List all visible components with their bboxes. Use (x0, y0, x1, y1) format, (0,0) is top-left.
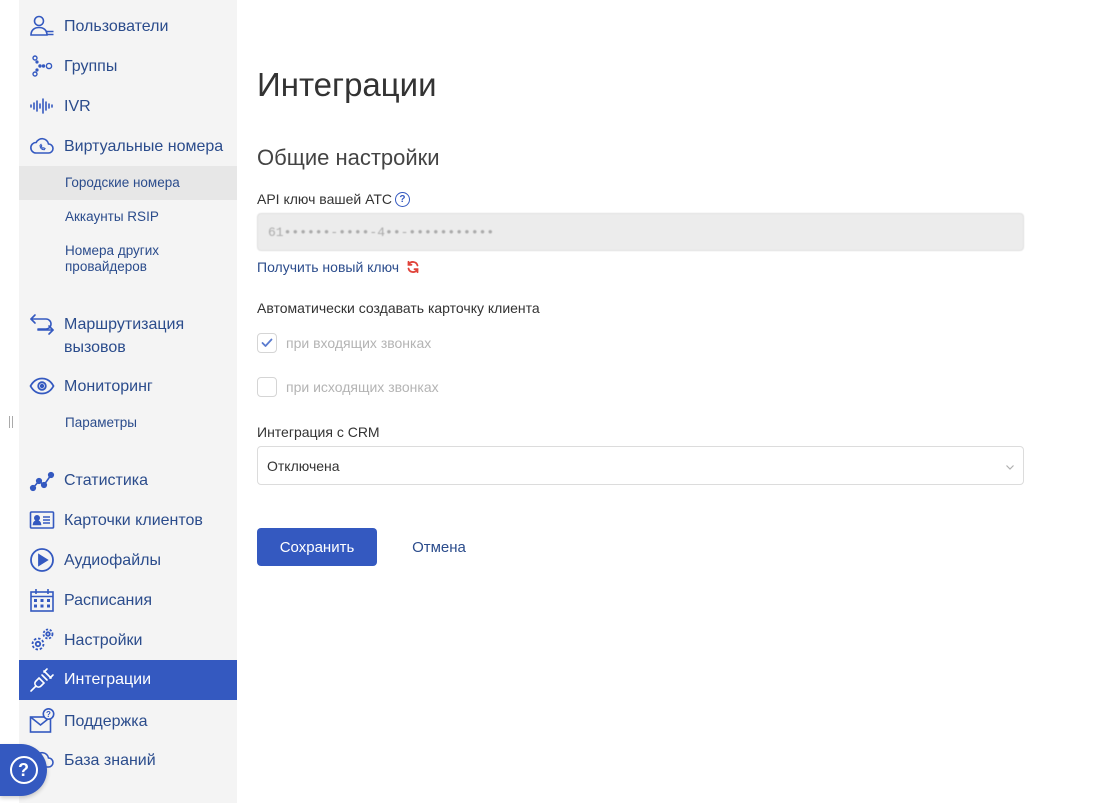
sidebar-item-label: Аудиофайлы (64, 551, 161, 569)
sidebar-subitem-label: Номера других провайдеров (65, 243, 160, 274)
sidebar-item-groups[interactable]: Группы (19, 54, 237, 78)
sidebar-item-integrations[interactable]: Интеграции (19, 660, 237, 700)
sidebar: Пользователи Группы IVR Виртуальные номе… (19, 0, 237, 803)
users-icon (29, 13, 55, 39)
crm-label: Интеграция с CRM (257, 424, 380, 440)
sidebar-item-label: Виртуальные номера (64, 137, 224, 155)
plug-icon (29, 667, 55, 693)
sidebar-item-client-cards[interactable]: Карточки клиентов (19, 508, 237, 532)
checkmark-icon (261, 338, 273, 347)
cloud-phone-icon (29, 133, 55, 159)
sidebar-subitem-label: Городские номера (65, 175, 180, 190)
get-new-key-label: Получить новый ключ (257, 259, 400, 275)
sidebar-subitem-other-providers[interactable]: Номера других провайдеров (19, 236, 237, 284)
client-card-icon (29, 507, 55, 533)
sidebar-item-support[interactable]: ? Поддержка (19, 708, 237, 734)
app-window: Пользователи Группы IVR Виртуальные номе… (0, 0, 1098, 803)
gears-icon (29, 627, 55, 653)
checkbox-incoming[interactable] (257, 333, 277, 353)
cancel-button[interactable]: Отмена (394, 528, 484, 566)
auto-card-label: Автоматически создавать карточку клиента (257, 300, 540, 316)
api-key-field[interactable]: 61••••••-••••-4••-••••••••••• (257, 213, 1024, 251)
sidebar-item-label: Пользователи (64, 17, 169, 35)
sidebar-item-virtual-numbers[interactable]: Виртуальные номера (19, 134, 237, 158)
sidebar-subitem-city-numbers[interactable]: Городские номера (19, 166, 237, 200)
statistics-chart-icon (29, 467, 55, 493)
sidebar-item-monitoring[interactable]: Мониторинг (19, 374, 237, 398)
api-key-label-text: API ключ вашей АТС (257, 191, 392, 207)
support-mail-icon: ? (29, 708, 55, 734)
checkbox-outgoing[interactable] (257, 377, 277, 397)
sidebar-item-ivr[interactable]: IVR (19, 94, 237, 118)
page-title: Интеграции (257, 66, 437, 103)
sidebar-item-settings[interactable]: Настройки (19, 628, 237, 652)
sidebar-subitem-label: Параметры (65, 415, 137, 430)
sidebar-item-label: Поддержка (64, 712, 148, 730)
resize-handle[interactable] (8, 416, 14, 430)
crm-select[interactable]: Отключена (257, 446, 1024, 485)
ivr-waveform-icon (29, 93, 55, 119)
sidebar-item-call-routing[interactable]: Маршрутизация вызовов (19, 312, 237, 360)
api-key-label: API ключ вашей АТС ? (257, 191, 410, 207)
sidebar-item-users[interactable]: Пользователи (19, 14, 237, 38)
sidebar-item-label: Статистика (64, 471, 149, 489)
get-new-key-link[interactable]: Получить новый ключ (257, 259, 420, 275)
sidebar-subitem-parameters[interactable]: Параметры (19, 406, 237, 440)
sidebar-item-schedules[interactable]: Расписания (19, 588, 237, 612)
checkbox-incoming-label: при входящих звонках (286, 335, 432, 351)
sidebar-item-statistics[interactable]: Статистика (19, 468, 237, 492)
calendar-icon (29, 587, 55, 613)
crm-select-value: Отключена (267, 458, 340, 474)
checkbox-outgoing-row[interactable]: при исходящих звонках (257, 377, 439, 397)
routing-arrows-icon (29, 312, 55, 338)
checkbox-incoming-row[interactable]: при входящих звонках (257, 333, 431, 353)
svg-text:?: ? (46, 710, 51, 719)
sidebar-item-label: Маршрутизация вызовов (64, 316, 185, 356)
question-circle-icon[interactable]: ? (394, 191, 410, 207)
sidebar-item-label: Карточки клиентов (64, 511, 203, 529)
eye-icon (29, 373, 55, 399)
section-title: Общие настройки (257, 145, 440, 170)
sidebar-item-label: Настройки (64, 631, 143, 649)
save-button[interactable]: Сохранить (257, 528, 377, 566)
checkbox-outgoing-label: при исходящих звонках (286, 379, 439, 395)
sidebar-item-label: Интеграции (64, 671, 152, 688)
sidebar-item-label: База знаний (64, 751, 156, 769)
sidebar-item-label: IVR (64, 97, 91, 115)
sidebar-subitem-rsip-accounts[interactable]: Аккаунты RSIP (19, 201, 237, 233)
play-circle-icon (29, 547, 55, 573)
sidebar-subitem-label: Аккаунты RSIP (65, 209, 159, 224)
sidebar-item-label: Расписания (64, 591, 152, 609)
groups-icon (29, 53, 55, 79)
sidebar-item-audio-files[interactable]: Аудиофайлы (19, 548, 237, 572)
chevron-down-icon (1006, 465, 1014, 470)
sidebar-item-knowledge-base[interactable]: База знаний (19, 748, 237, 772)
sidebar-item-label: Группы (64, 57, 118, 75)
sidebar-item-label: Мониторинг (64, 377, 153, 395)
help-icon: ? (9, 756, 38, 784)
refresh-icon (407, 260, 419, 274)
